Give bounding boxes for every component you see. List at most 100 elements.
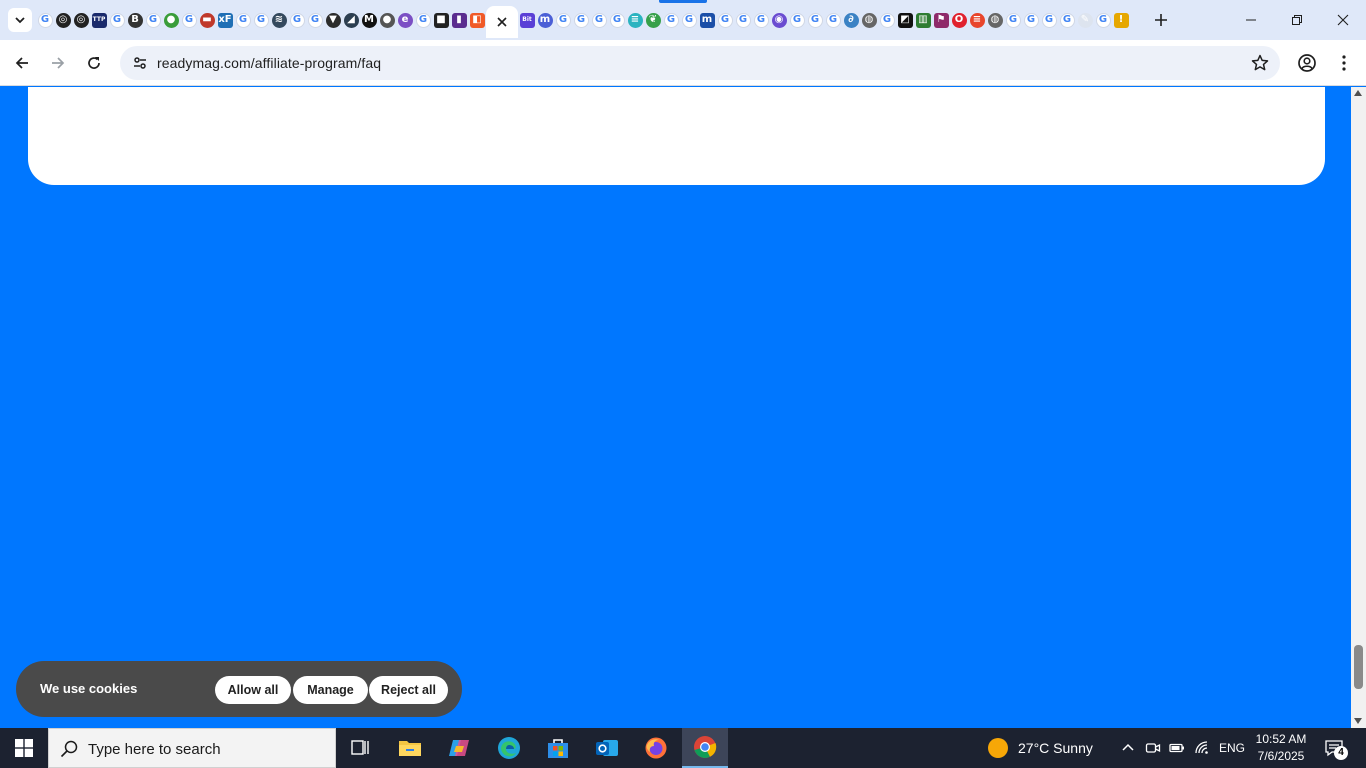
browser-tab[interactable]: G <box>180 9 198 31</box>
browser-tab[interactable]: m <box>536 9 554 31</box>
firefox-button[interactable] <box>633 728 679 768</box>
browser-tab[interactable]: TTP <box>90 9 108 31</box>
browser-tab[interactable]: ◎ <box>54 9 72 31</box>
taskbar-search-box[interactable]: Type here to search <box>48 728 336 768</box>
browser-tab[interactable]: G <box>1022 9 1040 31</box>
browser-tab[interactable]: ∂ <box>842 9 860 31</box>
browser-tab[interactable]: ▥ <box>914 9 932 31</box>
browser-tab[interactable]: ≋ <box>270 9 288 31</box>
browser-tab[interactable]: G <box>806 9 824 31</box>
scroll-up-arrow-icon[interactable] <box>1354 90 1362 96</box>
close-icon[interactable] <box>497 17 507 27</box>
browser-tab[interactable]: G <box>108 9 126 31</box>
browser-tab[interactable]: G <box>662 9 680 31</box>
browser-tab[interactable]: ◍ <box>986 9 1004 31</box>
minimize-button[interactable] <box>1228 0 1274 40</box>
browser-tab[interactable]: G <box>1040 9 1058 31</box>
browser-tab[interactable]: ◎ <box>72 9 90 31</box>
browser-tab[interactable]: G <box>414 9 432 31</box>
browser-tab[interactable]: G <box>680 9 698 31</box>
page-scrollbar[interactable] <box>1351 87 1366 728</box>
language-indicator[interactable]: ENG <box>1219 741 1245 755</box>
tab-search-button[interactable] <box>8 8 32 32</box>
close-window-button[interactable] <box>1320 0 1366 40</box>
browser-tab[interactable]: ● <box>378 9 396 31</box>
site-info-button[interactable] <box>128 51 152 75</box>
chrome-button[interactable] <box>682 728 728 768</box>
browser-tab[interactable]: ◉ <box>770 9 788 31</box>
browser-tab[interactable]: G <box>590 9 608 31</box>
reject-all-cookies-button[interactable]: Reject all <box>369 676 448 704</box>
browser-tab[interactable]: G <box>144 9 162 31</box>
star-icon[interactable] <box>1250 53 1270 73</box>
meet-now-button[interactable] <box>1143 738 1163 758</box>
browser-tab[interactable]: e <box>396 9 414 31</box>
browser-tab[interactable]: G <box>36 9 54 31</box>
address-bar[interactable]: readymag.com/affiliate-program/faq <box>120 46 1280 80</box>
edge-button[interactable] <box>486 728 532 768</box>
notification-center-button[interactable]: 4 <box>1320 736 1350 760</box>
battery-button[interactable] <box>1167 738 1187 758</box>
url-text[interactable]: readymag.com/affiliate-program/faq <box>157 55 381 71</box>
show-hidden-icons-button[interactable] <box>1118 738 1138 758</box>
profile-button[interactable] <box>1294 50 1320 76</box>
copilot-button[interactable] <box>436 728 482 768</box>
weather-widget[interactable]: 27°C Sunny <box>988 736 1093 760</box>
microsoft-store-button[interactable] <box>535 728 581 768</box>
reload-button[interactable] <box>80 49 108 77</box>
browser-tab[interactable]: ● <box>162 9 180 31</box>
browser-tab[interactable]: G <box>288 9 306 31</box>
browser-tab[interactable]: ▮ <box>450 9 468 31</box>
task-view-button[interactable] <box>337 728 383 768</box>
browser-tab[interactable]: ⚑ <box>932 9 950 31</box>
browser-tab[interactable]: ◍ <box>860 9 878 31</box>
browser-tab[interactable]: G <box>716 9 734 31</box>
browser-tab[interactable]: ▬ <box>198 9 216 31</box>
browser-tab[interactable]: G <box>306 9 324 31</box>
browser-tab[interactable]: O <box>950 9 968 31</box>
browser-tab[interactable]: G <box>608 9 626 31</box>
browser-tab[interactable]: G <box>252 9 270 31</box>
back-button[interactable] <box>8 49 36 77</box>
browser-tab[interactable]: ✎ <box>1076 9 1094 31</box>
browser-tab[interactable]: G <box>878 9 896 31</box>
browser-tab[interactable]: ≡ <box>968 9 986 31</box>
restore-button[interactable] <box>1274 0 1320 40</box>
browser-tab[interactable]: B <box>126 9 144 31</box>
file-explorer-button[interactable] <box>387 728 433 768</box>
browser-tab[interactable]: G <box>734 9 752 31</box>
browser-tab[interactable]: G <box>752 9 770 31</box>
scroll-down-arrow-icon[interactable] <box>1354 718 1362 724</box>
manage-cookies-button[interactable]: Manage <box>293 676 368 704</box>
browser-tab[interactable]: Bit <box>518 9 536 31</box>
browser-tab[interactable]: m <box>698 9 716 31</box>
browser-tab[interactable]: M <box>360 9 378 31</box>
browser-tab[interactable]: G <box>1004 9 1022 31</box>
new-tab-button[interactable] <box>1151 10 1171 30</box>
browser-tab[interactable]: ◧ <box>468 9 486 31</box>
forward-button[interactable] <box>44 49 72 77</box>
browser-tab[interactable]: ▼ <box>324 9 342 31</box>
browser-tab[interactable]: G <box>1094 9 1112 31</box>
browser-tab[interactable]: ! <box>1112 9 1130 31</box>
browser-tab[interactable]: ≡ <box>626 9 644 31</box>
clock[interactable]: 10:52 AM 7/6/2025 <box>1250 731 1312 765</box>
browser-tab[interactable]: G <box>234 9 252 31</box>
browser-menu-button[interactable] <box>1331 50 1357 76</box>
browser-tab[interactable]: G <box>788 9 806 31</box>
browser-tab[interactable]: ❦ <box>644 9 662 31</box>
browser-tab[interactable]: ◢ <box>342 9 360 31</box>
browser-tab[interactable]: G <box>572 9 590 31</box>
start-button[interactable] <box>0 728 48 768</box>
browser-tab[interactable]: ◩ <box>896 9 914 31</box>
scrollbar-thumb[interactable] <box>1354 645 1363 689</box>
active-tab[interactable] <box>486 6 518 38</box>
browser-tab[interactable]: G <box>1058 9 1076 31</box>
browser-tab[interactable]: G <box>554 9 572 31</box>
allow-all-cookies-button[interactable]: Allow all <box>215 676 291 704</box>
browser-tab[interactable]: G <box>824 9 842 31</box>
browser-tab[interactable]: ■ <box>432 9 450 31</box>
outlook-button[interactable] <box>584 728 630 768</box>
network-button[interactable] <box>1192 738 1212 758</box>
browser-tab[interactable]: xF <box>216 9 234 31</box>
